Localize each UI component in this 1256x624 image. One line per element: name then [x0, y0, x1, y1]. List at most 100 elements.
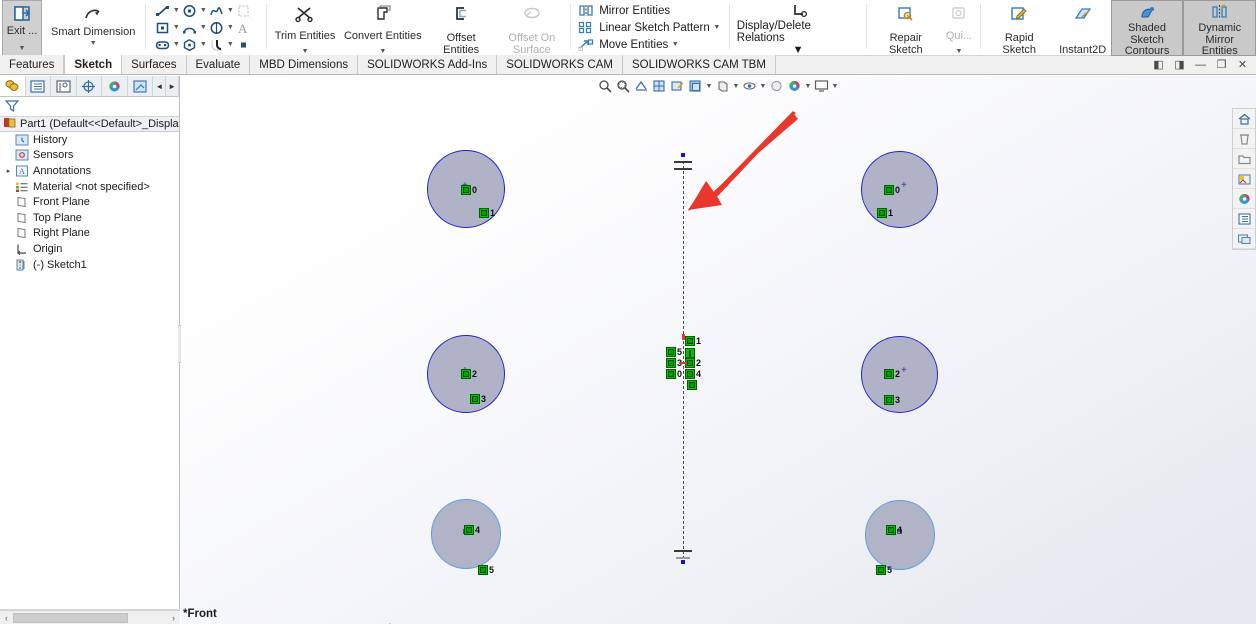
home-icon[interactable] [1233, 109, 1255, 129]
relation-marker[interactable]: 1 [877, 208, 893, 218]
section-view-icon[interactable] [651, 77, 668, 95]
circle-bottom-right[interactable] [865, 500, 935, 570]
tree-item-sketch1[interactable]: (-) Sketch1 [0, 257, 179, 273]
linear-sketch-pattern-caret[interactable]: ▼ [710, 24, 724, 31]
view-settings-icon[interactable] [786, 77, 803, 95]
tab-evaluate[interactable]: Evaluate [187, 55, 251, 74]
dimxpert-manager-tab[interactable] [77, 76, 103, 96]
relation-marker[interactable]: 0 [884, 185, 900, 195]
relation-marker[interactable]: 0 [461, 185, 477, 195]
polygon-tool[interactable]: ▼ [180, 37, 207, 53]
relation-marker[interactable]: 3 [470, 394, 486, 404]
apply-scene-icon[interactable] [768, 77, 785, 95]
mirror-entities-button[interactable]: Mirror Entities [576, 2, 724, 19]
relation-marker[interactable]: 2 [884, 369, 900, 379]
tab-surfaces[interactable]: Surfaces [122, 55, 186, 74]
image-library-icon[interactable] [1233, 169, 1255, 189]
smart-dimension-button[interactable]: Smart Dimension ▼ [46, 0, 140, 55]
maximize-icon[interactable]: ❐ [1215, 58, 1228, 71]
tab-prev-button[interactable]: ◄ [153, 76, 166, 96]
rapid-sketch-button[interactable]: Rapid Sketch [984, 0, 1055, 56]
view-orientation-icon[interactable] [669, 77, 686, 95]
relation-marker[interactable]: 4 [886, 525, 902, 535]
arc-tool[interactable]: ▼ [180, 20, 207, 36]
edit-appearance-dropdown[interactable]: ▼ [759, 83, 767, 90]
spline-dropdown[interactable]: ▼ [226, 7, 234, 14]
exit-dropdown-caret[interactable]: ▼ [19, 45, 26, 55]
relation-marker[interactable]: 5 [876, 565, 892, 575]
tree-expand-annotations[interactable]: ▸ [3, 167, 14, 175]
feature-tree-root[interactable]: Part1 (Default<<Default>_Display S [0, 117, 179, 132]
tree-item-sensors[interactable]: Sensors [0, 148, 179, 164]
folder-icon[interactable] [1233, 149, 1255, 169]
convert-entities-button[interactable]: Convert Entities ▼ [340, 0, 426, 56]
scroll-left-arrow[interactable]: ‹ [0, 613, 13, 623]
browser-icon[interactable] [1233, 189, 1255, 209]
tab-next-button[interactable]: ► [166, 76, 179, 96]
exit-sketch-button[interactable]: Exit ... ▼ [2, 0, 42, 56]
quick-snaps-caret[interactable]: ▼ [956, 48, 963, 56]
spline-tool[interactable]: ▼ [207, 3, 234, 19]
view-palette-icon[interactable] [1233, 229, 1255, 249]
relation-marker[interactable]: 1 [479, 208, 495, 218]
tab-mbd-dimensions[interactable]: MBD Dimensions [250, 55, 358, 74]
trash-icon[interactable] [1233, 129, 1255, 149]
relation-marker[interactable] [687, 380, 697, 390]
quick-snaps-button[interactable]: Qui... ▼ [941, 0, 977, 56]
line-tool[interactable]: ▼ [153, 3, 180, 19]
tab-solidworks-cam-tbm[interactable]: SOLIDWORKS CAM TBM [623, 55, 776, 74]
shaded-sketch-contours-button[interactable]: Shaded Sketch Contours [1111, 0, 1184, 56]
relation-marker[interactable]: 2 [461, 369, 477, 379]
zoom-to-area-icon[interactable] [615, 77, 632, 95]
repair-sketch-button[interactable]: Repair Sketch [870, 0, 941, 56]
edit-appearance-icon[interactable] [741, 77, 758, 95]
relation-marker[interactable]: 1 [685, 336, 701, 346]
restore-right-icon[interactable]: ◨ [1173, 58, 1186, 71]
relation-marker[interactable]: 2 [685, 358, 701, 368]
fillet-tool[interactable]: ▼ [207, 37, 234, 53]
configuration-manager-tab[interactable] [51, 76, 77, 96]
ellipse-dropdown[interactable]: ▼ [226, 24, 234, 31]
relation-marker[interactable]: 4 [464, 525, 480, 535]
design-library-icon[interactable] [1233, 209, 1255, 229]
hide-show-dropdown[interactable]: ▼ [732, 83, 740, 90]
trim-surface-tool[interactable] [234, 3, 261, 19]
relation-marker[interactable]: 0 [666, 369, 682, 379]
circle-dropdown[interactable]: ▼ [199, 7, 207, 14]
circle-tool[interactable]: ▼ [180, 3, 207, 19]
vertical-centerline[interactable] [683, 161, 684, 559]
property-manager-tab[interactable] [26, 76, 52, 96]
cam-manager-tab[interactable] [128, 76, 154, 96]
tab-sketch[interactable]: Sketch [64, 55, 122, 74]
tree-item-front-plane[interactable]: Front Plane [0, 194, 179, 210]
point-tool[interactable] [234, 37, 261, 53]
previous-view-icon[interactable] [633, 77, 650, 95]
line-dropdown[interactable]: ▼ [172, 7, 180, 14]
smart-dimension-caret[interactable]: ▼ [90, 40, 97, 48]
ellipse-tool[interactable]: ▼ [207, 20, 234, 36]
display-manager-tab[interactable] [102, 76, 128, 96]
graphics-area[interactable]: ▼ ▼ ▼ ▼ ▼ + + + + [181, 76, 1256, 624]
relation-marker[interactable]: 3 [884, 395, 900, 405]
polygon-dropdown[interactable]: ▼ [199, 41, 207, 48]
zoom-to-fit-icon[interactable] [597, 77, 614, 95]
tree-item-origin[interactable]: Origin [0, 241, 179, 257]
scroll-right-arrow[interactable]: › [167, 613, 180, 623]
tree-item-right-plane[interactable]: Right Plane [0, 226, 179, 242]
text-tool[interactable]: A [234, 20, 261, 36]
tree-item-material[interactable]: Material <not specified> [0, 179, 179, 195]
instant2d-button[interactable]: Instant2D [1055, 0, 1111, 56]
dynamic-mirror-entities-button[interactable]: Dynamic Mirror Entities [1183, 0, 1256, 56]
viewport-icon[interactable] [813, 77, 830, 95]
offset-entities-button[interactable]: Offset Entities [426, 0, 497, 56]
relation-marker[interactable]: 5 [478, 565, 494, 575]
scroll-thumb[interactable] [13, 613, 128, 623]
fillet-dropdown[interactable]: ▼ [226, 41, 234, 48]
tree-item-history[interactable]: History [0, 132, 179, 148]
tree-item-annotations[interactable]: ▸ A Annotations [0, 163, 179, 179]
relation-marker[interactable]: 5 [666, 347, 682, 357]
trim-entities-button[interactable]: Trim Entities ▼ [270, 0, 339, 56]
rectangle-dropdown[interactable]: ▼ [172, 24, 180, 31]
display-delete-relations-caret[interactable]: ▼ [793, 44, 804, 56]
feature-tree-hscrollbar[interactable]: ‹ › [0, 610, 180, 624]
